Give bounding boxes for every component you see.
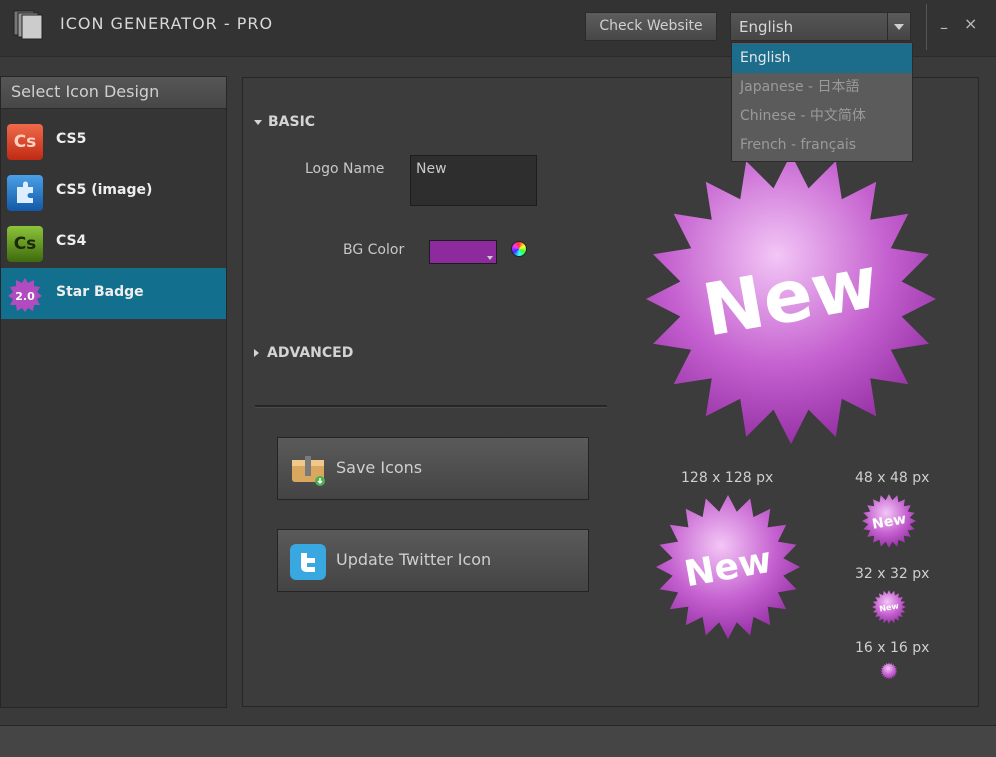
puzzle-icon [7,175,43,211]
basic-section-toggle[interactable]: BASIC [254,114,315,130]
status-bar [0,725,996,757]
design-item-star-badge[interactable]: 2.0 Star Badge [1,268,226,319]
star-badge-icon-text: 2.0 [15,290,35,303]
advanced-section-toggle[interactable]: ADVANCED [254,345,353,361]
basic-section-heading: BASIC [268,114,316,130]
app-logo-icon [13,10,43,40]
badge-preview-large: New [646,154,936,444]
badge-preview-32: New [872,590,906,624]
expand-triangle-icon [254,349,259,357]
chevron-down-icon[interactable] [887,13,910,40]
cs4-icon: Cs [7,226,43,262]
badge-star-shape [880,662,898,680]
size-label-128: 128 x 128 px [681,470,774,486]
update-twitter-label: Update Twitter Icon [336,550,492,569]
design-item-cs5-image[interactable]: CS5 (image) [1,166,226,217]
logo-name-input[interactable]: New [410,155,537,206]
collapse-triangle-icon [254,119,262,125]
badge-preview-128: New [656,495,800,639]
bg-color-label: BG Color [343,242,405,258]
star-badge-icon: 2.0 [8,278,42,312]
close-button[interactable]: × [964,14,977,33]
app-title: ICON GENERATOR - PRO [60,14,274,33]
size-label-32: 32 x 32 px [855,566,930,582]
language-option-french[interactable]: French - français [732,131,912,160]
title-separator [926,4,927,50]
save-icons-label: Save Icons [336,458,423,477]
design-item-cs4[interactable]: Cs CS4 [1,217,226,268]
sidebar-header: Select Icon Design [1,77,226,109]
language-select[interactable]: English [730,12,911,41]
size-label-16: 16 x 16 px [855,640,930,656]
check-website-button[interactable]: Check Website [585,12,717,41]
badge-preview-48: New [862,494,916,548]
color-wheel-icon[interactable] [511,241,527,257]
cs5-icon: Cs [7,124,43,160]
design-item-label: CS5 [56,131,87,147]
badge-preview-16 [880,662,898,680]
settings-panel: BASIC Logo Name New BG Color ADVANCED Sa… [242,77,979,707]
logo-name-label: Logo Name [305,161,385,177]
save-icons-button[interactable]: Save Icons [277,437,589,500]
design-item-label: CS5 (image) [56,182,153,198]
language-option-japanese[interactable]: Japanese - 日本語 [732,73,912,102]
design-item-cs5[interactable]: Cs CS5 [1,115,226,166]
bg-color-picker[interactable] [429,240,497,264]
language-dropdown-menu: English Japanese - 日本語 Chinese - 中文简体 Fr… [731,42,913,162]
size-label-48: 48 x 48 px [855,470,930,486]
language-option-english[interactable]: English [732,44,912,73]
language-selected-value: English [739,18,794,36]
icon-design-sidebar: Select Icon Design Cs CS5 CS5 (image) Cs… [0,76,227,708]
twitter-icon [290,544,326,580]
section-divider [255,405,607,408]
sidebar-title: Select Icon Design [11,82,160,101]
package-icon [292,456,325,486]
minimize-button[interactable]: – [940,18,948,37]
language-option-chinese[interactable]: Chinese - 中文简体 [732,102,912,131]
advanced-section-heading: ADVANCED [267,345,354,361]
design-item-label: Star Badge [56,284,144,300]
design-item-label: CS4 [56,233,87,249]
update-twitter-icon-button[interactable]: Update Twitter Icon [277,529,589,592]
